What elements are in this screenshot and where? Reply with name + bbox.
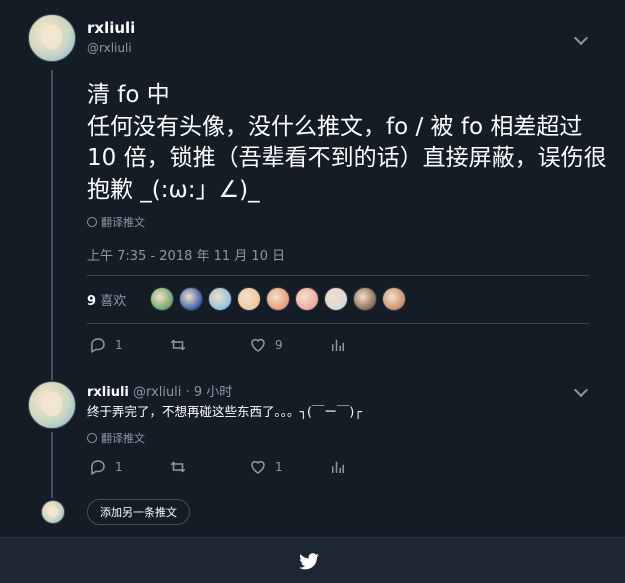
heart-icon: [251, 338, 265, 352]
chevron-down-icon[interactable]: [573, 382, 589, 398]
divider: [87, 275, 589, 276]
liker-avatar[interactable]: [324, 287, 348, 311]
liker-avatar[interactable]: [150, 287, 174, 311]
reply-icon: [90, 460, 105, 476]
thread-line: [51, 432, 53, 498]
add-tweet-button[interactable]: 添加另一条推文: [87, 499, 190, 525]
analytics-icon: [332, 461, 344, 473]
liker-avatar[interactable]: [208, 287, 232, 311]
reply-button[interactable]: 1: [89, 336, 169, 354]
liker-avatar[interactable]: [382, 287, 406, 311]
tweet-actions: 1 9: [89, 336, 409, 354]
timestamp[interactable]: 上午 7:35 - 2018 年 11 月 10 日: [87, 245, 285, 264]
translate-button[interactable]: 翻译推文: [87, 214, 145, 230]
avatar: [41, 500, 65, 524]
analytics-icon: [332, 339, 344, 351]
retweet-icon: [170, 461, 186, 473]
handle[interactable]: @rxliuli: [133, 385, 181, 400]
globe-icon: [87, 433, 97, 443]
twitter-bird-icon[interactable]: [298, 553, 320, 571]
translate-label: 翻译推文: [101, 216, 145, 229]
retweet-button[interactable]: [169, 336, 249, 354]
likes-number: 9: [87, 294, 97, 309]
liker-avatar[interactable]: [353, 287, 377, 311]
reply-icon: [90, 338, 105, 354]
display-name[interactable]: rxliuli: [87, 385, 129, 400]
avatar[interactable]: [28, 381, 76, 429]
tweet-actions: 1 1: [89, 458, 409, 476]
retweet-button[interactable]: [169, 458, 249, 476]
heart-icon: [251, 460, 265, 474]
like-count: 9: [275, 338, 283, 352]
divider: [87, 323, 589, 324]
like-count: 1: [275, 460, 283, 474]
globe-icon: [87, 217, 97, 227]
liker-avatar[interactable]: [295, 287, 319, 311]
liker-avatar[interactable]: [266, 287, 290, 311]
tweet-text: 终于弄完了，不想再碰这些东西了。。。┐(￣ー￣)┌: [87, 404, 362, 419]
reply-header: rxliuli @rxliuli · 9 小时: [87, 381, 232, 400]
reply-button[interactable]: 1: [89, 458, 169, 476]
liker-avatar[interactable]: [179, 287, 203, 311]
reply-count: 1: [115, 338, 123, 352]
translate-label: 翻译推文: [101, 432, 145, 445]
like-button[interactable]: 1: [249, 458, 329, 476]
retweet-icon: [170, 339, 186, 351]
thread-line: [51, 70, 53, 380]
reply-count: 1: [115, 460, 123, 474]
relative-time[interactable]: · 9 小时: [186, 385, 233, 400]
display-name[interactable]: rxliuli: [87, 19, 135, 37]
translate-button[interactable]: 翻译推文: [87, 430, 145, 446]
tweet-text: 清 fo 中 任何没有头像，没什么推文，fo / 被 fo 相差超过 10 倍，…: [87, 82, 607, 203]
likes-count[interactable]: 9 喜欢: [87, 290, 126, 309]
chevron-down-icon[interactable]: [573, 30, 589, 46]
analytics-button[interactable]: [329, 336, 409, 354]
like-button[interactable]: 9: [249, 336, 329, 354]
likers-list: [150, 287, 406, 311]
handle[interactable]: @rxliuli: [87, 41, 132, 55]
likes-label: 喜欢: [100, 294, 127, 309]
analytics-button[interactable]: [329, 458, 409, 476]
liker-avatar[interactable]: [237, 287, 261, 311]
avatar[interactable]: [28, 14, 76, 62]
